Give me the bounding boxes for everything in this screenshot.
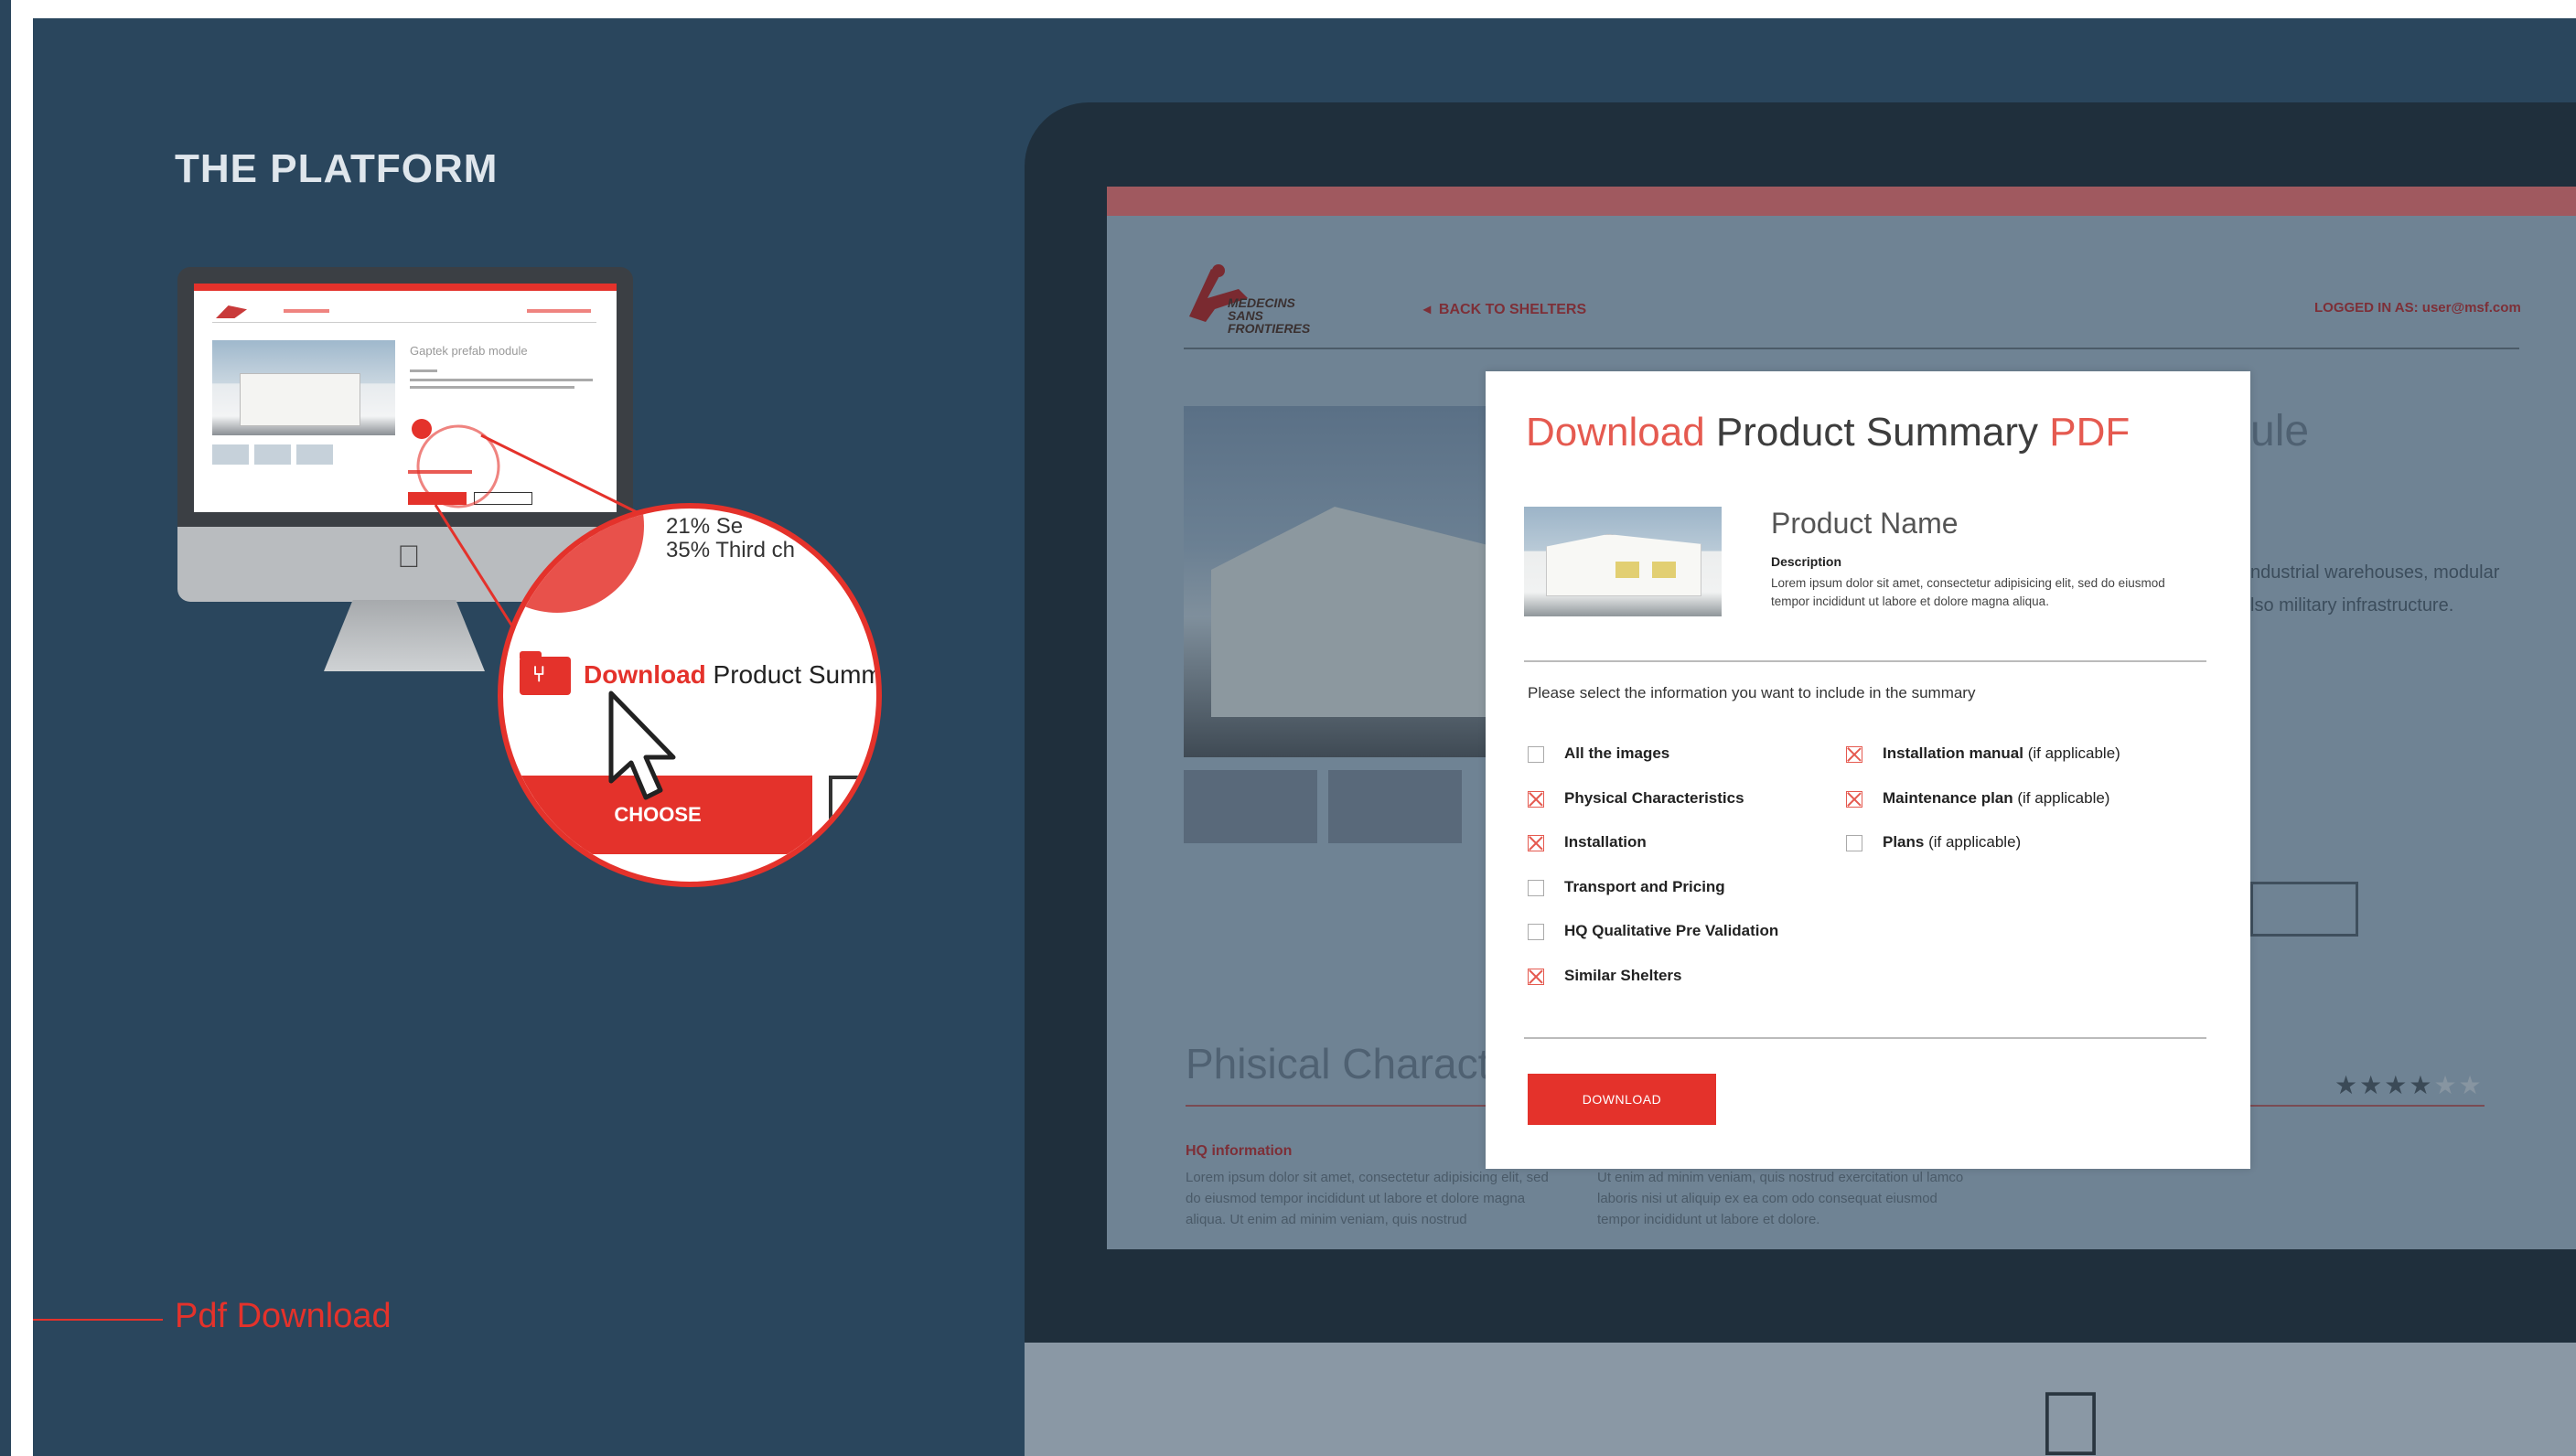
product-photo <box>1184 406 1495 757</box>
product-name: Product Name <box>1771 507 1959 540</box>
checkbox-checked[interactable] <box>1528 968 1544 985</box>
product-title-fragment: ule <box>2250 407 2310 455</box>
large-monitor-chin <box>1025 1343 2576 1456</box>
star-icon: ★ <box>2334 1071 2360 1099</box>
header-divider <box>1184 348 2519 349</box>
mini-text-line <box>410 379 593 381</box>
option-label: Maintenance plan (if applicable) <box>1883 788 2110 807</box>
hq-information-label: HQ information <box>1186 1143 1293 1159</box>
description-heading: Description <box>1771 554 1842 569</box>
section-heading: Phisical Characte <box>1186 1040 1513 1087</box>
checkbox-checked[interactable] <box>1528 835 1544 851</box>
back-to-shelters-link[interactable]: ◂ BACK TO SHELTERS <box>1423 300 1586 318</box>
lens-download-link[interactable]: Download Product Summ <box>584 660 882 690</box>
mini-text-line <box>410 369 437 372</box>
option-label: Installation manual (if applicable) <box>1883 744 2120 762</box>
magnifier-lens: 21% Se 35% Third ch ⑂ Download Product S… <box>498 503 882 887</box>
info-paragraph-right: Ut enim ad minim veniam, quis nostrud ex… <box>1597 1170 1964 1227</box>
modal-divider <box>1524 660 2206 662</box>
lens-download-rest: Product Summ <box>705 660 882 689</box>
checkbox-checked[interactable] <box>1846 790 1862 808</box>
product-desc-fragment: ndustrial warehouses, modular lso militar… <box>2250 562 2500 616</box>
option-label: HQ Qualitative Pre Validation <box>1564 922 1779 939</box>
slide-canvas: THE PLATFORM  Gaptek prefab module <box>0 0 2576 1456</box>
apple-logo-icon:  <box>2036 1372 2105 1456</box>
caption-line <box>33 1319 163 1321</box>
modal-product-photo <box>1524 507 1722 616</box>
option-label: Plans (if applicable) <box>1883 833 2022 851</box>
star-icon: ★ <box>2384 1071 2410 1099</box>
option-label: Similar Shelters <box>1564 966 1682 984</box>
compare-button-fragment <box>829 776 876 830</box>
mini-back-link <box>284 309 329 313</box>
page-topbar <box>1107 187 2576 216</box>
modal-divider <box>1524 1037 2206 1039</box>
pie-chart-fragment <box>503 509 644 613</box>
download-button[interactable]: DOWNLOAD <box>1528 1074 1716 1125</box>
mini-thumbnail <box>212 444 249 465</box>
rating-stars: ★★★★★★ <box>2334 1070 2484 1100</box>
section-title: THE PLATFORM <box>175 146 499 191</box>
mini-login-text <box>527 309 591 313</box>
checkbox-unchecked[interactable] <box>1528 924 1544 940</box>
mini-text-line <box>410 386 574 389</box>
star-icon: ★ <box>2409 1071 2434 1099</box>
star-icon: ★ <box>2458 1071 2484 1099</box>
mini-topbar <box>194 284 617 291</box>
star-icon: ★ <box>2359 1071 2385 1099</box>
option-label: All the images <box>1564 744 1670 762</box>
option-label: Physical Characteristics <box>1564 788 1744 807</box>
checkbox-checked[interactable] <box>1528 790 1544 808</box>
star-icon: ★ <box>2433 1071 2459 1099</box>
lens-download-word: Download <box>584 660 706 689</box>
mini-product-photo <box>212 340 395 435</box>
checkbox-checked[interactable] <box>1846 746 1862 763</box>
caption-label: Pdf Download <box>175 1297 392 1335</box>
product-thumbnail[interactable] <box>1328 770 1462 843</box>
info-paragraph-left: Lorem ipsum dolor sit amet, consectetur … <box>1186 1170 1549 1227</box>
mini-product-title: Gaptek prefab module <box>410 344 528 358</box>
pdf-icon: ⑂ <box>520 651 571 695</box>
checkbox-unchecked[interactable] <box>1528 746 1544 763</box>
mini-thumbnail <box>254 444 291 465</box>
lens-stat-line: 35% Third ch <box>666 538 795 562</box>
compare-button[interactable] <box>2250 882 2358 937</box>
option-label: Installation <box>1564 833 1647 851</box>
option-label: Transport and Pricing <box>1564 877 1725 895</box>
logged-in-text: LOGGED IN AS: user@msf.com <box>2314 300 2521 316</box>
logo-text: MEDECINS SANS FRONTIERES <box>1228 295 1311 336</box>
back-link-label: BACK TO SHELTERS <box>1438 302 1587 317</box>
modal-title: Download Product Summary PDF <box>1526 410 2131 455</box>
left-edge-bar <box>0 0 11 1456</box>
lens-stat-line: 21% Se <box>666 514 744 539</box>
mouse-cursor-icon <box>608 691 676 800</box>
checkbox-unchecked[interactable] <box>1528 879 1544 896</box>
selection-instruction: Please select the information you want t… <box>1528 684 1976 701</box>
mini-thumbnail <box>296 444 333 465</box>
mini-divider <box>212 322 596 323</box>
checkbox-unchecked[interactable] <box>1846 835 1862 851</box>
product-thumbnail[interactable] <box>1184 770 1317 843</box>
download-summary-modal: Download Product Summary PDF Product Nam… <box>1486 371 2250 1169</box>
description-text: Lorem ipsum dolor sit amet, consectetur … <box>1771 576 2165 608</box>
mini-logo-icon <box>216 305 247 318</box>
